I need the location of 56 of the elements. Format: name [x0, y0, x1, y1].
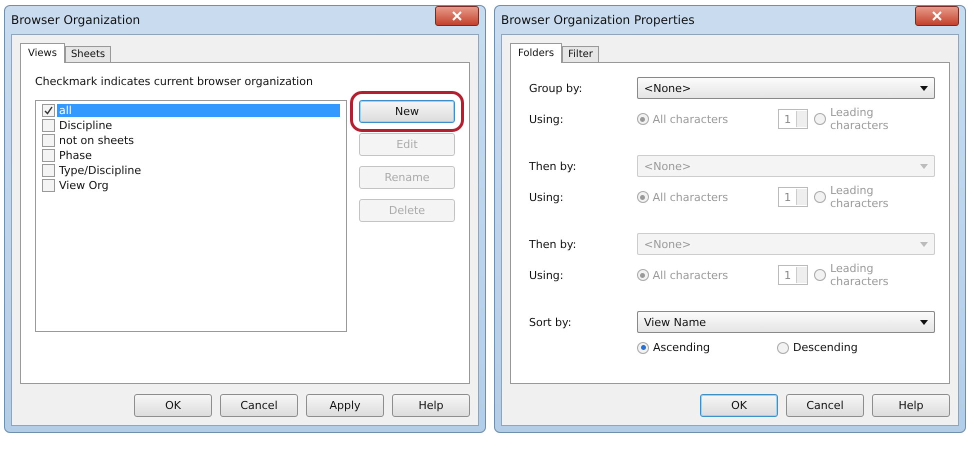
checkbox[interactable] — [42, 149, 55, 162]
window-title: Browser Organization Properties — [501, 13, 695, 27]
radio-button[interactable] — [777, 342, 789, 354]
field-label: Using: — [528, 112, 564, 126]
checkbox[interactable] — [42, 164, 55, 177]
checkbox[interactable] — [42, 134, 55, 147]
field-label: Using: — [528, 190, 564, 204]
radio-label: Leading characters — [830, 106, 890, 132]
dialog-button[interactable]: OK — [700, 394, 778, 417]
radio-button[interactable] — [637, 342, 649, 354]
tab[interactable]: Views — [20, 43, 65, 63]
radio-label: All characters — [652, 190, 728, 204]
radio-button[interactable] — [814, 113, 826, 125]
radio-label: All characters — [652, 112, 728, 126]
checkbox[interactable] — [42, 104, 55, 117]
dialog-button[interactable]: Cancel — [786, 394, 864, 417]
radio-label: Leading characters — [830, 184, 890, 210]
field-label: Using: — [528, 268, 564, 282]
tab[interactable]: Folders — [510, 43, 562, 63]
field-label: Sort by: — [528, 316, 572, 328]
radio-label: Descending — [793, 341, 858, 354]
close-button[interactable] — [915, 6, 959, 26]
radio-label: Leading characters — [830, 262, 890, 288]
list-item[interactable]: Phase — [57, 149, 340, 162]
checkmark-icon — [44, 106, 53, 115]
dropdown[interactable]: <None> — [637, 77, 935, 99]
number-spinner[interactable]: 1 — [778, 109, 808, 129]
field-label: Group by: — [528, 82, 584, 94]
list-item[interactable]: not on sheets — [57, 134, 340, 147]
close-button[interactable] — [435, 6, 479, 26]
dropdown-arrow-icon — [920, 164, 928, 168]
dropdown-arrow-icon — [920, 320, 928, 324]
dialog-button[interactable]: Help — [872, 394, 950, 417]
field-label: Then by: — [528, 238, 578, 250]
checkbox[interactable] — [42, 119, 55, 132]
close-icon — [452, 11, 462, 21]
radio-label: All characters — [652, 268, 728, 282]
window-title: Browser Organization — [11, 13, 140, 27]
instruction-text: Checkmark indicates current browser organization — [35, 75, 314, 88]
dialog-button[interactable]: Help — [392, 394, 470, 417]
dropdown-arrow-icon — [920, 86, 928, 90]
field-label: Then by: — [528, 160, 578, 172]
close-icon — [932, 11, 942, 21]
dialog-button[interactable]: Apply — [306, 394, 384, 417]
list-item[interactable]: Discipline — [57, 119, 340, 132]
tab[interactable]: Sheets — [64, 46, 112, 62]
list-item[interactable]: Type/Discipline — [57, 164, 340, 177]
dropdown-arrow-icon — [920, 242, 928, 246]
dropdown[interactable]: View Name — [637, 311, 935, 333]
list-item[interactable]: View Org — [57, 179, 340, 192]
radio-label: Ascending — [653, 341, 710, 354]
tab[interactable]: Filter — [562, 46, 599, 62]
radio-button[interactable] — [636, 113, 649, 125]
checkbox[interactable] — [42, 179, 55, 192]
dialog-button[interactable]: OK — [134, 394, 212, 417]
dialog-button[interactable]: Cancel — [220, 394, 298, 417]
